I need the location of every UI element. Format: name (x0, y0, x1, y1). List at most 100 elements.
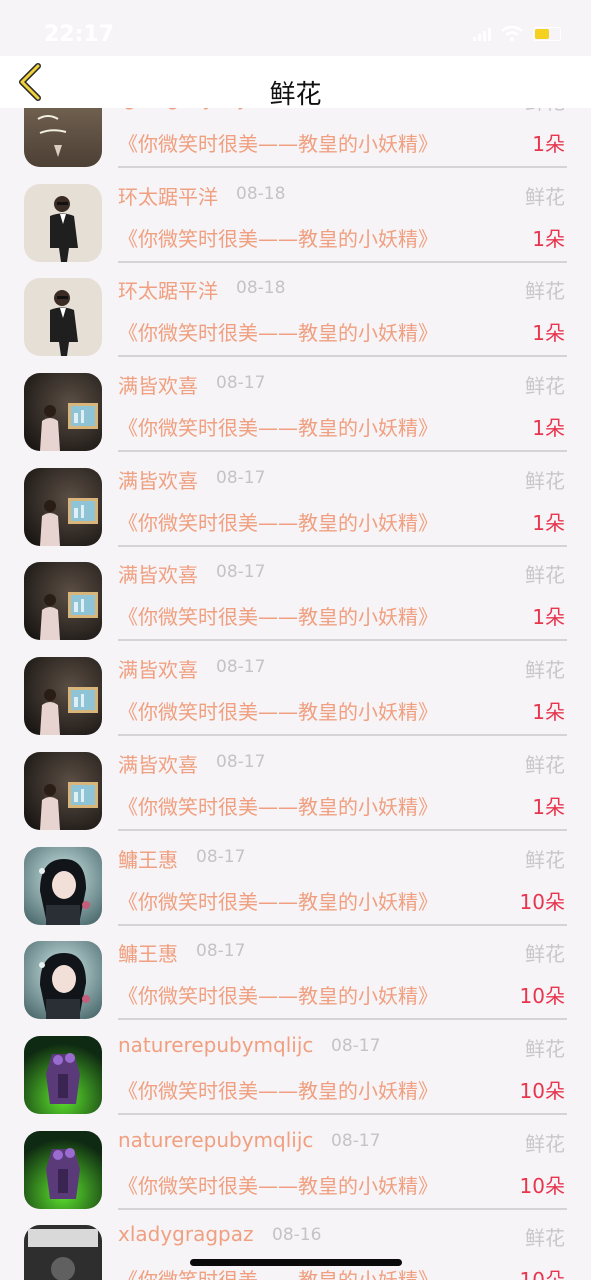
user-name[interactable]: 环太踞平洋 (118, 275, 218, 304)
gift-count: 1朵 (532, 700, 565, 725)
book-title-link[interactable]: 《你微笑时很美——教皇的小妖精》 (118, 317, 438, 346)
signal-icon (473, 27, 491, 41)
date-label: 08-17 (196, 941, 246, 962)
gift-count: 10朵 (520, 1264, 565, 1280)
date-label: 08-17 (196, 846, 246, 867)
date-label: 08-18 (236, 278, 286, 299)
list-item[interactable]: 环太踞平洋 08-18 鲜花 《你微笑时很美——教皇的小妖精》 1朵 (0, 173, 591, 268)
user-name[interactable]: 满皆欢喜 (118, 654, 198, 683)
gift-count: 10朵 (519, 1078, 565, 1103)
date-label: 08-17 (216, 657, 266, 678)
gift-type-label: 鲜花 (525, 563, 565, 588)
gift-count: 10朵 (519, 1173, 565, 1198)
user-name[interactable]: naturerepubymqlijc (118, 1033, 313, 1057)
list-item[interactable]: naturerepubymqlijc 08-17 鲜花《你微笑时很美——教皇的小妖精… (0, 1025, 591, 1120)
divider (118, 923, 567, 926)
page-title: 鲜花 (269, 80, 322, 110)
gift-count: 1朵 (532, 510, 565, 535)
battery-icon (533, 27, 561, 41)
date-label: 08-17 (216, 751, 266, 772)
date-label: 08-17 (331, 1035, 381, 1056)
divider (118, 828, 567, 831)
date-label: 08-16 (272, 1225, 322, 1246)
book-title-link[interactable]: 《你微笑时很美——教皇的小妖精》 (118, 886, 438, 915)
list-item[interactable]: naturerepubymqlijc 08-17 鲜花 《你微笑时很美——教皇的小妖精… (0, 1120, 591, 1215)
avatar[interactable] (24, 941, 102, 1020)
date-label: 08-17 (216, 562, 266, 583)
divider (118, 355, 567, 358)
avatar[interactable] (24, 467, 102, 546)
gift-type-label: 鲜花 (525, 468, 565, 493)
avatar[interactable] (24, 373, 102, 452)
user-name[interactable]: 满皆欢喜 (118, 465, 198, 494)
gift-type-label: 鲜花 (525, 1226, 565, 1251)
user-name[interactable]: 鳙王惠 (118, 844, 178, 873)
book-title-link[interactable]: 《你微笑时很美——教皇的小妖精》 (118, 696, 438, 725)
list-item[interactable]: 满皆欢喜 08-17 鲜花《你微笑时很美——教皇的小妖精》 1朵 (0, 457, 591, 552)
book-title-link[interactable]: 《你微笑时很美——教皇的小妖精》 (118, 507, 438, 536)
gift-count: 10朵 (519, 889, 565, 914)
gift-count: 1朵 (532, 132, 565, 156)
divider (118, 1112, 567, 1115)
book-title-link[interactable]: 《你微笑时很美——教皇的小妖精》 (118, 1264, 438, 1280)
gift-type-label: 鲜花 (525, 279, 565, 304)
list-item[interactable]: ignaigusyosy08-18鲜花《你微笑时很美——教皇的小妖精》1朵 (0, 108, 591, 173)
book-title-link[interactable]: 《你微笑时很美——教皇的小妖精》 (118, 980, 438, 1009)
book-title-link[interactable]: 《你微笑时很美——教皇的小妖精》 (118, 1170, 438, 1199)
gift-type-label: 鲜花 (525, 752, 565, 777)
gift-count: 1朵 (532, 605, 565, 630)
user-name[interactable]: 鳙王惠 (118, 938, 178, 967)
avatar[interactable] (24, 108, 102, 167)
gift-type-label: 鲜花 (525, 1036, 565, 1061)
user-name[interactable]: 环太踞平洋 (118, 181, 218, 210)
gift-type-label: 鲜花 (525, 374, 565, 399)
user-name[interactable]: 满皆欢喜 (118, 749, 198, 778)
book-title-link[interactable]: 《你微笑时很美——教皇的小妖精》 (118, 223, 438, 252)
book-title-link[interactable]: 《你微笑时很美——教皇的小妖精》 (118, 128, 438, 157)
avatar[interactable] (24, 562, 102, 641)
gift-record-list[interactable]: ignaigusyosy08-18鲜花《你微笑时很美——教皇的小妖精》1朵环太踞… (0, 108, 591, 1280)
gift-count: 1朵 (532, 794, 565, 819)
date-label: 08-17 (216, 467, 266, 488)
avatar[interactable] (24, 846, 102, 925)
avatar[interactable] (24, 751, 102, 830)
list-item[interactable]: 环太踞平洋 08-18 鲜花 《你微笑时很美——教皇的小妖精》 1朵 (0, 267, 591, 362)
home-indicator (190, 1259, 402, 1266)
navigation-bar: 鲜花 (0, 56, 591, 110)
gift-count: 1朵 (532, 416, 565, 441)
book-title-link[interactable]: 《你微笑时很美——教皇的小妖精》 (118, 791, 438, 820)
avatar[interactable] (24, 183, 102, 262)
gift-count: 10朵 (519, 984, 565, 1009)
avatar[interactable] (24, 278, 102, 357)
wifi-icon (501, 26, 523, 41)
user-name[interactable]: naturerepubymqlijc (118, 1128, 313, 1152)
list-item[interactable]: 满皆欢喜 08-17 鲜花《你微笑时很美——教皇的小妖精》 1朵 (0, 646, 591, 741)
status-bar: 22:17 (0, 0, 591, 56)
avatar[interactable] (24, 657, 102, 736)
list-item[interactable]: 鳙王惠 08-17 鲜花《你微笑时很美——教皇的小妖精》 10朵 (0, 836, 591, 931)
avatar[interactable] (24, 1035, 102, 1114)
divider (118, 1018, 567, 1021)
book-title-link[interactable]: 《你微笑时很美——教皇的小妖精》 (118, 601, 438, 630)
book-title-link[interactable]: 《你微笑时很美——教皇的小妖精》 (118, 1075, 438, 1104)
list-item[interactable]: 满皆欢喜 08-17 鲜花《你微笑时很美——教皇的小妖精》 1朵 (0, 551, 591, 646)
date-label: 08-17 (331, 1130, 381, 1151)
divider (118, 734, 567, 737)
gift-type-label: 鲜花 (525, 658, 565, 683)
user-name[interactable]: 满皆欢喜 (118, 559, 198, 588)
gift-type-label: 鲜花 (525, 184, 565, 209)
avatar[interactable] (24, 1225, 102, 1280)
list-item[interactable]: 满皆欢喜 08-17 鲜花《你微笑时很美——教皇的小妖精》 1朵 (0, 741, 591, 836)
list-item[interactable]: xladygragpaz 08-16 鲜花《你微笑时很美——教皇的小妖精》 10朵 (0, 1214, 591, 1280)
list-item[interactable]: 满皆欢喜 08-17 鲜花《你微笑时很美——教皇的小妖精》 1朵 (0, 362, 591, 457)
book-title-link[interactable]: 《你微笑时很美——教皇的小妖精》 (118, 412, 438, 441)
avatar[interactable] (24, 1130, 102, 1209)
date-label: 08-17 (216, 373, 266, 394)
gift-count: 1朵 (532, 226, 565, 251)
gift-type-label: 鲜花 (525, 847, 565, 872)
list-item[interactable]: 鳙王惠 08-17 鲜花 《你微笑时很美——教皇的小妖精》 10朵 (0, 930, 591, 1025)
divider (118, 639, 567, 642)
divider (118, 450, 567, 453)
user-name[interactable]: 满皆欢喜 (118, 370, 198, 399)
user-name[interactable]: xladygragpaz (118, 1222, 254, 1246)
